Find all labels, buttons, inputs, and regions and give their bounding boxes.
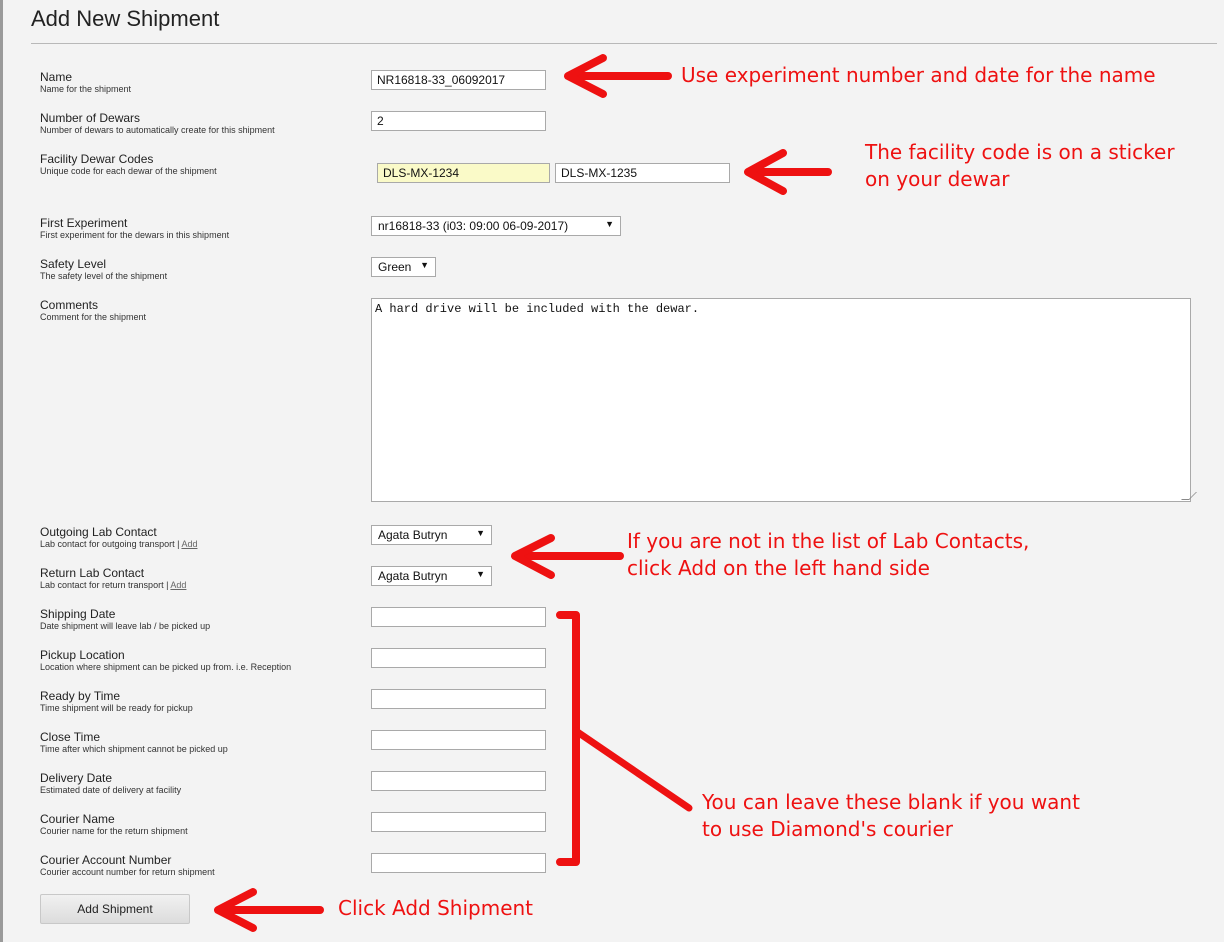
facility-code-input-2[interactable] [555, 163, 730, 183]
pickup-location-description: Location where shipment can be picked up… [40, 662, 292, 672]
dewars-label: Number of Dewars [40, 111, 141, 125]
comments-text: A hard drive will be included with the d… [375, 302, 700, 316]
add-shipment-button[interactable]: Add Shipment [40, 894, 190, 924]
close-time-input[interactable] [371, 730, 546, 750]
title-divider [31, 43, 1217, 44]
pickup-location-row: Pickup Location Location where shipment … [3, 648, 1224, 688]
name-label: Name [40, 70, 73, 84]
courier-note-line-1: You can leave these blank if you want [702, 790, 1080, 814]
dropdown-arrow-icon: ▼ [476, 569, 485, 579]
ready-time-label: Ready by Time [40, 689, 121, 703]
shipping-date-label: Shipping Date [40, 607, 116, 621]
safety-level-label: Safety Level [40, 257, 107, 271]
first-experiment-select[interactable]: nr16818-33 (i03: 09:00 06-09-2017) ▼ [371, 216, 621, 236]
facility-note-line-2: on your dewar [865, 167, 1010, 191]
facility-codes-description: Unique code for each dewar of the shipme… [40, 166, 217, 176]
delivery-date-label: Delivery Date [40, 771, 113, 785]
first-experiment-value: nr16818-33 (i03: 09:00 06-09-2017) [378, 219, 569, 233]
pickup-location-label: Pickup Location [40, 648, 125, 662]
close-time-description: Time after which shipment cannot be pick… [40, 744, 228, 754]
outgoing-contact-description: Lab contact for outgoing transport | Add [40, 539, 197, 549]
courier-account-input[interactable] [371, 853, 546, 873]
return-contact-select[interactable]: Agata Butryn ▼ [371, 566, 492, 586]
courier-name-input[interactable] [371, 812, 546, 832]
first-experiment-description: First experiment for the dewars in this … [40, 230, 230, 240]
name-description: Name for the shipment [40, 84, 132, 94]
add-return-contact-link[interactable]: Add [170, 580, 186, 590]
outgoing-contact-select[interactable]: Agata Butryn ▼ [371, 525, 492, 545]
resize-grip-icon[interactable] [1181, 492, 1197, 500]
courier-name-row: Courier Name Courier name for the return… [3, 812, 1224, 852]
close-time-row: Close Time Time after which shipment can… [3, 730, 1224, 770]
outgoing-contact-desc-text: Lab contact for outgoing transport | [40, 539, 180, 549]
facility-code-input-1[interactable] [377, 163, 550, 183]
courier-name-label: Courier Name [40, 812, 115, 826]
return-contact-description: Lab contact for return transport | Add [40, 580, 186, 590]
name-input[interactable] [371, 70, 546, 90]
comments-textarea[interactable]: A hard drive will be included with the d… [371, 298, 1197, 502]
add-shipment-page: Add New Shipment Name Name for the shipm… [0, 0, 1224, 942]
courier-account-label: Courier Account Number [40, 853, 172, 867]
ready-time-input[interactable] [371, 689, 546, 709]
close-time-label: Close Time [40, 730, 101, 744]
safety-level-value: Green [378, 260, 412, 274]
facility-codes-label: Facility Dewar Codes [40, 152, 154, 166]
safety-level-select[interactable]: Green ▼ [371, 257, 436, 277]
courier-account-description: Courier account number for return shipme… [40, 867, 215, 877]
delivery-date-description: Estimated date of delivery at facility [40, 785, 182, 795]
facility-note-line-1: The facility code is on a sticker [865, 140, 1175, 164]
shipping-date-description: Date shipment will leave lab / be picked… [40, 621, 211, 631]
return-contact-label: Return Lab Contact [40, 566, 145, 580]
shipping-date-input[interactable] [371, 607, 546, 627]
pickup-location-input[interactable] [371, 648, 546, 668]
outgoing-contact-value: Agata Butryn [378, 528, 448, 542]
dewars-input[interactable] [371, 111, 546, 131]
dropdown-arrow-icon: ▼ [420, 260, 429, 270]
courier-note-line-2: to use Diamond's courier [702, 817, 953, 841]
add-button-note: Click Add Shipment [338, 896, 534, 920]
ready-time-row: Ready by Time Time shipment will be read… [3, 689, 1224, 729]
return-contact-desc-text: Lab contact for return transport | [40, 580, 169, 590]
return-contact-row: Return Lab Contact Lab contact for retur… [3, 566, 1224, 606]
outgoing-contact-row: Outgoing Lab Contact Lab contact for out… [3, 525, 1224, 565]
contacts-note-line-2: click Add on the left hand side [627, 556, 930, 580]
add-outgoing-contact-link[interactable]: Add [181, 539, 197, 549]
courier-name-description: Courier name for the return shipment [40, 826, 188, 836]
safety-level-description: The safety level of the shipment [40, 271, 168, 281]
ready-time-description: Time shipment will be ready for pickup [40, 703, 193, 713]
comments-description: Comment for the shipment [40, 312, 147, 322]
dropdown-arrow-icon: ▼ [605, 219, 614, 229]
outgoing-contact-label: Outgoing Lab Contact [40, 525, 157, 539]
shipping-date-row: Shipping Date Date shipment will leave l… [3, 607, 1224, 647]
dropdown-arrow-icon: ▼ [476, 528, 485, 538]
comments-label: Comments [40, 298, 99, 312]
return-contact-value: Agata Butryn [378, 569, 448, 583]
first-experiment-label: First Experiment [40, 216, 128, 230]
name-note: Use experiment number and date for the n… [681, 63, 1156, 87]
courier-account-row: Courier Account Number Courier account n… [3, 853, 1224, 893]
delivery-date-input[interactable] [371, 771, 546, 791]
page-title: Add New Shipment [31, 6, 220, 31]
dewars-description: Number of dewars to automatically create… [40, 125, 275, 135]
arrow-add-button-icon [214, 888, 324, 932]
safety-level-row: Safety Level The safety level of the shi… [3, 257, 1224, 297]
contacts-note-line-1: If you are not in the list of Lab Contac… [627, 529, 1030, 553]
